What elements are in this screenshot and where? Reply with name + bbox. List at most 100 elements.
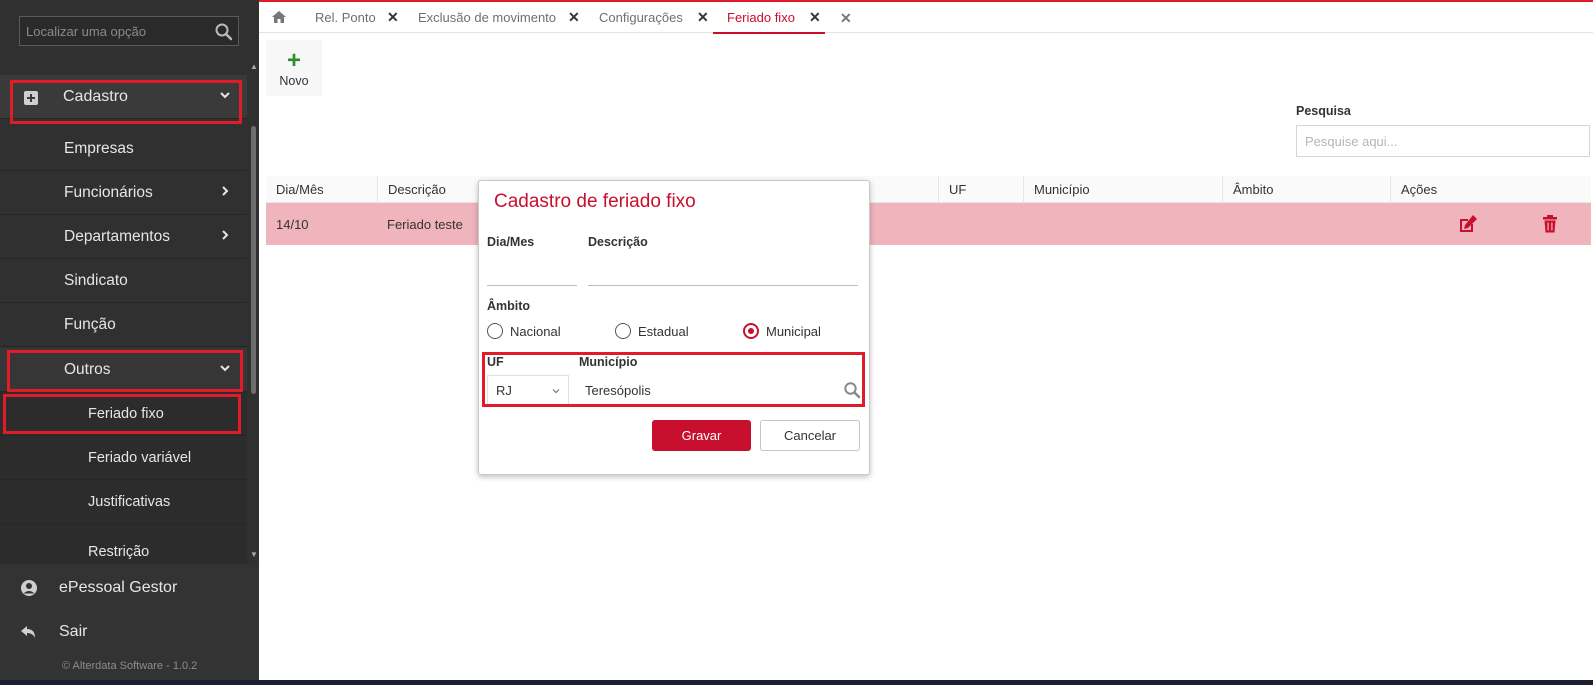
table-row[interactable]: 14/10 Feriado teste xyxy=(266,203,1591,245)
edit-icon[interactable] xyxy=(1458,214,1478,234)
close-icon[interactable]: ✕ xyxy=(387,9,399,26)
scroll-down-arrow[interactable]: ▼ xyxy=(250,550,258,559)
chevron-right-icon xyxy=(222,186,229,196)
chevron-down-icon xyxy=(552,389,560,394)
search-input[interactable] xyxy=(1296,125,1590,157)
tab-configuracoes[interactable]: Configurações ✕ xyxy=(599,2,709,33)
sidebar-item-outros[interactable]: Outros xyxy=(0,348,247,392)
epessoal-gestor-link[interactable]: ePessoal Gestor xyxy=(0,568,259,608)
radio-circle xyxy=(615,323,631,339)
table-header: Dia/Mês Descrição UF Município Âmbito Aç… xyxy=(266,176,1591,203)
trash-icon[interactable] xyxy=(1540,214,1560,234)
sidebar-item-empresas[interactable]: Empresas xyxy=(0,127,247,171)
sidebar-item-label: Outros xyxy=(64,360,111,378)
cell-dia-mes: 14/10 xyxy=(276,216,309,232)
dia-mes-underline xyxy=(487,285,577,286)
sidebar-item-label: Cadastro xyxy=(63,87,128,105)
close-icon[interactable]: ✕ xyxy=(568,9,580,26)
uf-value: RJ xyxy=(496,383,512,398)
radio-circle-selected xyxy=(743,323,759,339)
sidebar-item-label: Empresas xyxy=(64,139,134,157)
novo-label: Novo xyxy=(279,74,309,88)
sidebar-item-funcionarios[interactable]: Funcionários xyxy=(0,171,247,215)
close-icon[interactable]: ✕ xyxy=(697,9,709,26)
novo-button[interactable]: + Novo xyxy=(266,40,322,96)
taskbar-edge xyxy=(0,680,1593,685)
radio-estadual[interactable]: Estadual xyxy=(615,323,689,339)
sidebar-item-cadastro[interactable]: Cadastro xyxy=(0,75,247,119)
cancelar-button[interactable]: Cancelar xyxy=(760,420,860,451)
reply-arrow-icon xyxy=(21,626,35,638)
home-icon[interactable] xyxy=(271,10,287,24)
column-header-municipio[interactable]: Município xyxy=(1023,176,1222,203)
sidebar-item-feriado-fixo[interactable]: Feriado fixo xyxy=(0,392,247,436)
sair-link[interactable]: Sair xyxy=(0,612,259,652)
tab-label: Exclusão de movimento xyxy=(418,10,557,25)
tab-bar: Rel. Ponto ✕ Exclusão de movimento ✕ Con… xyxy=(259,2,1593,34)
sidebar-search xyxy=(19,16,239,46)
sair-label: Sair xyxy=(59,623,88,640)
sidebar-item-label: Restrição xyxy=(88,544,150,560)
sidebar-item-label: Feriado fixo xyxy=(88,405,164,422)
scroll-up-arrow[interactable]: ▲ xyxy=(250,62,258,71)
tab-rel-ponto[interactable]: Rel. Ponto ✕ xyxy=(315,2,399,33)
ambito-label: Âmbito xyxy=(487,299,531,313)
sidebar-item-justificativas[interactable]: Justificativas xyxy=(0,480,247,524)
sidebar-item-feriado-variavel[interactable]: Feriado variável xyxy=(0,436,247,480)
sidebar: ▲ ▼ Cadastro Empresas Funcionários Depar… xyxy=(0,0,259,685)
sidebar-item-label: Função xyxy=(64,315,116,333)
sidebar-item-restricao[interactable]: Restrição xyxy=(0,524,247,564)
search-label: Pesquisa xyxy=(1296,104,1351,118)
search-icon[interactable] xyxy=(843,381,861,399)
sidebar-item-label: Sindicato xyxy=(64,271,128,289)
uf-select[interactable]: RJ xyxy=(487,375,569,405)
column-header-ambito[interactable]: Âmbito xyxy=(1222,176,1390,203)
sidebar-item-funcao[interactable]: Função xyxy=(0,303,247,347)
chevron-down-icon xyxy=(220,92,230,99)
cadastro-feriado-modal: Cadastro de feriado fixo Dia/Mes Descriç… xyxy=(478,180,870,475)
plus-square-icon xyxy=(24,91,38,105)
sidebar-item-label: Departamentos xyxy=(64,227,170,245)
municipio-label: Município xyxy=(579,355,638,369)
active-tab-indicator xyxy=(713,32,825,34)
gestor-label: ePessoal Gestor xyxy=(59,579,178,596)
search-icon[interactable] xyxy=(214,22,234,42)
dia-mes-field[interactable] xyxy=(487,259,577,283)
uf-label: UF xyxy=(487,355,504,369)
tab-label: Rel. Ponto xyxy=(315,10,376,25)
app-root: ▲ ▼ Cadastro Empresas Funcionários Depar… xyxy=(0,0,1593,685)
sidebar-item-label: Funcionários xyxy=(64,183,153,201)
column-header-uf[interactable]: UF xyxy=(938,176,1023,203)
radio-label: Municipal xyxy=(766,323,821,339)
close-icon[interactable]: ✕ xyxy=(809,9,821,26)
gravar-button[interactable]: Gravar xyxy=(652,420,751,451)
sidebar-item-label: Feriado variável xyxy=(88,449,192,466)
descricao-label: Descrição xyxy=(588,235,648,249)
chevron-down-icon xyxy=(220,365,230,372)
dia-mes-label: Dia/Mes xyxy=(487,235,535,249)
radio-nacional[interactable]: Nacional xyxy=(487,323,561,339)
user-circle-icon xyxy=(21,580,37,596)
tab-exclusao-de-movimento[interactable]: Exclusão de movimento ✕ xyxy=(418,2,580,33)
tab-label: Feriado fixo xyxy=(727,10,795,25)
radio-label: Estadual xyxy=(638,323,689,339)
sidebar-item-label: Justificativas xyxy=(88,493,171,510)
copyright-text: © Alterdata Software - 1.0.2 xyxy=(62,660,198,672)
modal-title: Cadastro de feriado fixo xyxy=(494,191,696,212)
chevron-right-icon xyxy=(222,230,229,240)
descricao-underline xyxy=(588,285,858,286)
municipio-field[interactable]: Teresópolis xyxy=(585,383,651,398)
column-header-dia-mes[interactable]: Dia/Mês xyxy=(266,176,377,203)
radio-circle xyxy=(487,323,503,339)
sidebar-item-departamentos[interactable]: Departamentos xyxy=(0,215,247,259)
tab-feriado-fixo[interactable]: Feriado fixo ✕ xyxy=(713,2,825,34)
close-all-icon[interactable]: ✕ xyxy=(840,10,852,27)
sidebar-search-input[interactable] xyxy=(20,17,238,45)
sidebar-item-sindicato[interactable]: Sindicato xyxy=(0,259,247,303)
descricao-field[interactable] xyxy=(588,259,858,283)
radio-label: Nacional xyxy=(510,323,561,339)
sidebar-scrollbar[interactable] xyxy=(251,126,256,394)
plus-icon: + xyxy=(286,47,301,74)
radio-municipal[interactable]: Municipal xyxy=(743,323,821,339)
tab-label: Configurações xyxy=(599,10,683,25)
